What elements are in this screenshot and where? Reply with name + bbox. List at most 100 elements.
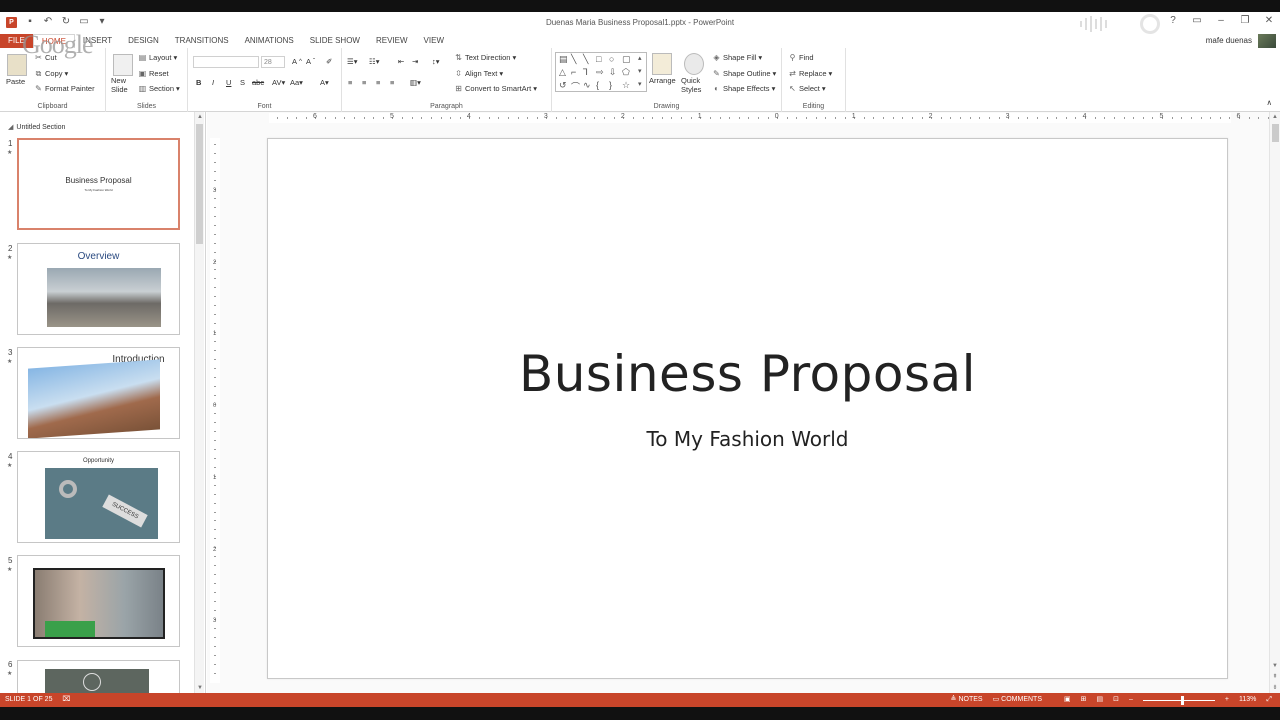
strikethrough-button[interactable]: abc [252,78,264,87]
textbox-shape-icon[interactable]: ▤ [559,54,568,65]
shape-outline-button[interactable]: ✎ Shape Outline ▾ [712,69,776,78]
format-painter-button[interactable]: ✎ Format Painter [34,84,94,93]
quick-styles-icon[interactable] [684,53,704,75]
slide-canvas[interactable]: Business Proposal To My Fashion World [267,138,1228,679]
connector-shape-icon[interactable]: ⅂ [583,67,588,78]
slide-thumbnail-2[interactable]: Overview [17,243,180,335]
font-color-button[interactable]: A▾ [320,78,329,87]
line-spacing-icon[interactable]: ↕▾ [432,57,440,66]
shadow-button[interactable]: S [240,78,245,87]
brace-right-shape-icon[interactable]: } [609,80,612,90]
tab-slide-show[interactable]: SLIDE SHOW [302,34,368,48]
section-header[interactable]: ◢ Untitled Section [8,123,65,131]
scroll-up-icon[interactable]: ▲ [195,112,205,122]
slide-sorter-icon[interactable]: ⊞ [1081,693,1087,707]
layout-button[interactable]: ▤ Layout ▾ [138,53,178,62]
gallery-down-icon[interactable]: ▾ [638,67,642,75]
bullets-icon[interactable]: ☰▾ [347,57,358,66]
slide-title[interactable]: Business Proposal [268,345,1227,403]
freeform-shape-icon[interactable]: ∿ [583,80,591,91]
paste-button[interactable]: Paste [6,77,25,86]
align-center-icon[interactable]: ≡ [362,78,366,87]
editor-scrollbar[interactable]: ▲ ▼ ⇞ ⇟ [1269,112,1280,693]
down-arrow-shape-icon[interactable]: ⇩ [609,67,617,78]
shapes-gallery[interactable]: ▤ ╲ ╲ □ ○ ▢ △ ⌐ ⅂ ⇨ ⇩ ⬠ ↺ ⌒ ∿ { } ☆ ▴ ▾ … [555,52,647,92]
zoom-slider-thumb[interactable] [1180,695,1184,705]
justify-icon[interactable]: ≡ [390,78,394,87]
slide-thumbnail-pane[interactable]: ◢ Untitled Section 1 ★ Business Proposal … [0,112,206,693]
curve-shape-icon[interactable]: ↺ [559,80,567,91]
restore-icon[interactable]: ❐ [1238,15,1252,26]
shape-effects-button[interactable]: ◐ Shape Effects ▾ [712,84,775,93]
scrollbar-thumb[interactable] [1272,124,1279,142]
underline-button[interactable]: U [226,78,231,87]
scroll-up-icon[interactable]: ▲ [1270,112,1280,122]
find-button[interactable]: ⚲ Find [788,53,814,62]
previous-slide-icon[interactable]: ⇞ [1270,672,1280,682]
slide-thumbnail-3[interactable]: Introduction [17,347,180,439]
slide-thumbnail-6[interactable] [17,660,180,693]
collapse-ribbon-icon[interactable]: ∧ [1267,98,1273,107]
zoom-slider[interactable] [1142,695,1215,705]
avatar[interactable] [1258,34,1276,48]
oval-shape-icon[interactable]: ○ [609,54,614,64]
spellcheck-icon[interactable]: ⌧ [62,696,70,703]
scroll-down-icon[interactable]: ▼ [1270,661,1280,671]
arrange-button[interactable]: Arrange [649,76,676,85]
tab-animations[interactable]: ANIMATIONS [237,34,302,48]
align-left-icon[interactable]: ≡ [348,78,352,87]
tab-review[interactable]: REVIEW [368,34,416,48]
quick-styles-button[interactable]: Quick Styles [681,76,707,94]
slide-subtitle[interactable]: To My Fashion World [268,427,1227,451]
font-name-box[interactable] [193,56,259,68]
next-slide-icon[interactable]: ⇟ [1270,683,1280,693]
help-icon[interactable]: ? [1166,15,1180,26]
line-shape-icon[interactable]: ╲ [571,54,576,65]
normal-view-icon[interactable]: ▣ [1064,693,1071,707]
triangle-shape-icon[interactable]: △ [559,67,566,78]
elbow-shape-icon[interactable]: ⌐ [571,67,576,77]
convert-smartart-button[interactable]: ⊞ Convert to SmartArt ▾ [454,84,537,93]
user-name[interactable]: mafe duenas [1206,34,1252,48]
right-arrow-shape-icon[interactable]: ⇨ [596,67,604,78]
gallery-more-icon[interactable]: ▾ [638,80,642,88]
reset-button[interactable]: ▣ Reset [138,69,169,78]
section-button[interactable]: ▥ Section ▾ [138,84,180,93]
rounded-rect-shape-icon[interactable]: ▢ [622,54,631,65]
align-right-icon[interactable]: ≡ [376,78,380,87]
close-icon[interactable]: ✕ [1262,15,1276,26]
zoom-in-icon[interactable]: + [1225,693,1229,707]
zoom-out-icon[interactable]: – [1129,693,1133,707]
zoom-level[interactable]: 113% [1239,693,1256,707]
slide-thumbnail-5[interactable] [17,555,180,647]
columns-icon[interactable]: ▥▾ [410,78,421,87]
copy-button[interactable]: ⧉ Copy ▾ [34,69,69,78]
scroll-down-icon[interactable]: ▼ [195,683,205,693]
text-direction-button[interactable]: ⇅ Text Direction ▾ [454,53,516,62]
minimize-icon[interactable]: – [1214,15,1228,26]
reading-view-icon[interactable]: ▤ [1097,693,1104,707]
shape-fill-button[interactable]: ◈ Shape Fill ▾ [712,53,762,62]
gallery-up-icon[interactable]: ▴ [638,54,642,62]
scrollbar-thumb[interactable] [196,124,203,244]
tab-view[interactable]: VIEW [416,34,452,48]
thumbnail-scrollbar[interactable]: ▲ ▼ [194,112,204,693]
increase-indent-icon[interactable]: ⇥ [412,57,418,66]
star-shape-icon[interactable]: ☆ [622,80,630,91]
tab-design[interactable]: DESIGN [120,34,167,48]
select-button[interactable]: ↖ Select ▾ [788,84,825,93]
ribbon-display-icon[interactable]: ▭ [1190,15,1204,26]
replace-button[interactable]: ⇄ Replace ▾ [788,69,832,78]
slide-thumbnail-4[interactable]: Opportunity SUCCESS [17,451,180,543]
new-slide-icon[interactable] [113,54,133,76]
fit-slide-icon[interactable]: ⤢ [1266,693,1272,707]
brace-left-shape-icon[interactable]: { [596,80,599,90]
clear-format-icon[interactable]: ✐ [326,57,332,66]
slideshow-view-icon[interactable]: ⊡ [1113,693,1119,707]
numbering-icon[interactable]: ☷▾ [369,57,380,66]
font-size-box[interactable]: 28 [261,56,285,68]
rectangle-shape-icon[interactable]: □ [596,54,601,64]
section-collapse-icon[interactable]: ◢ [8,124,13,131]
tab-transitions[interactable]: TRANSITIONS [167,34,237,48]
italic-button[interactable]: I [212,78,214,87]
